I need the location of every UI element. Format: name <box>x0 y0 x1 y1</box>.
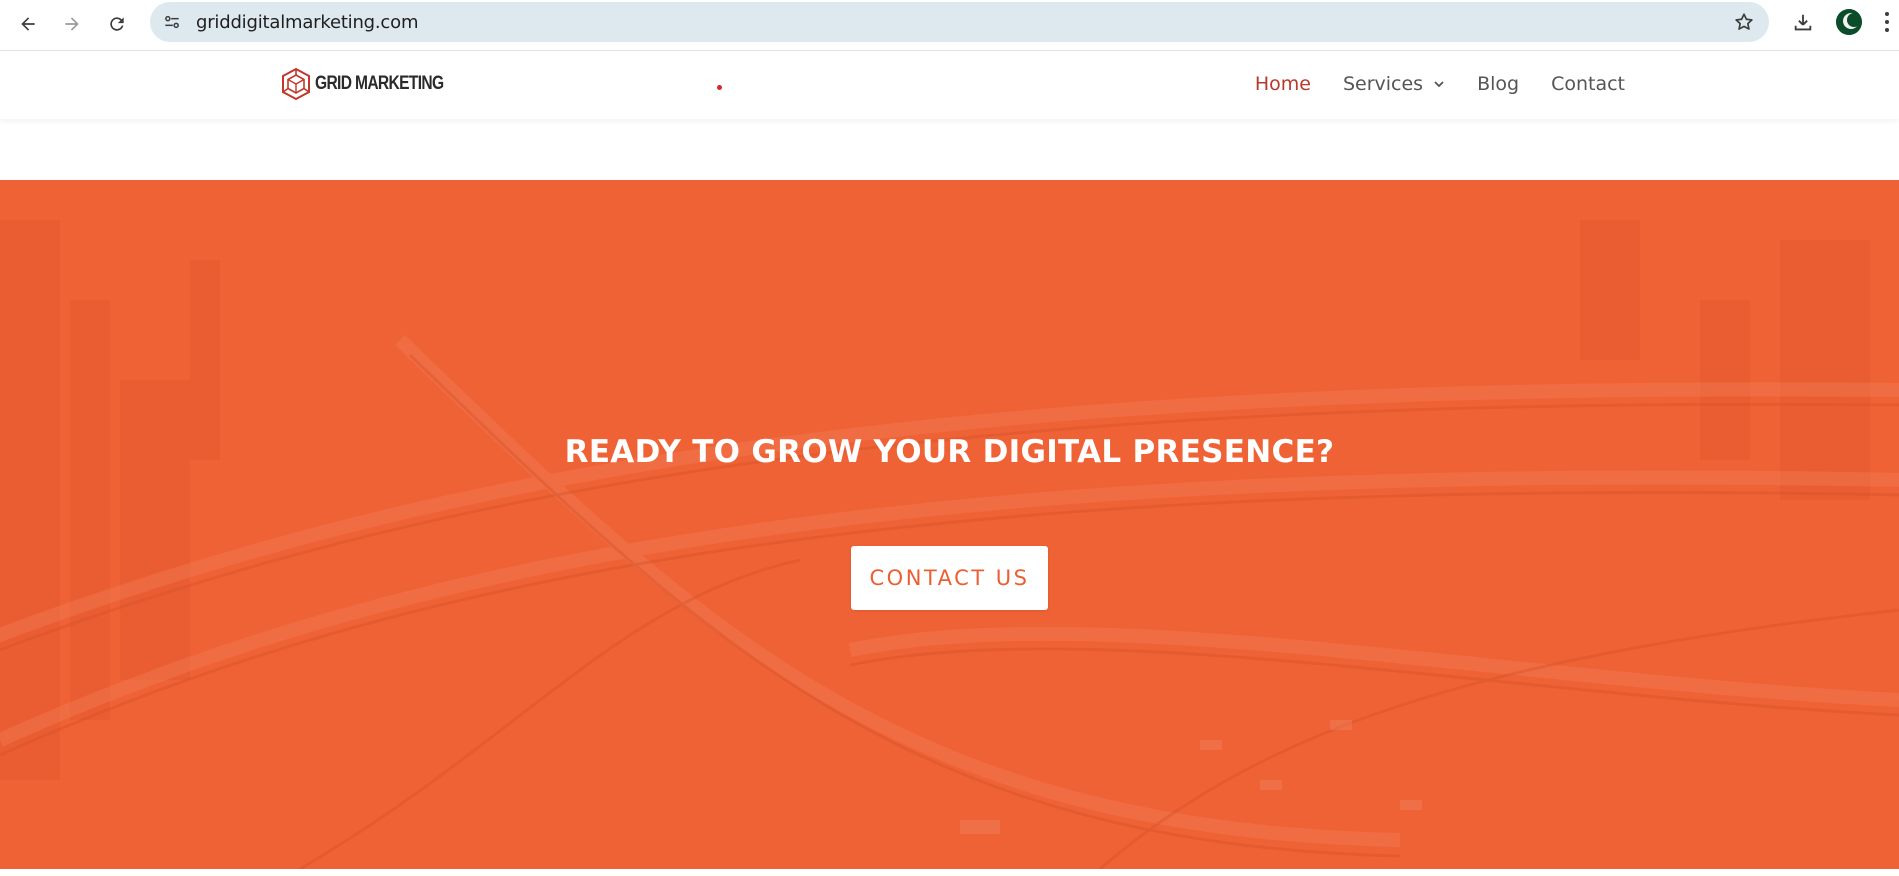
site-header: GRID MARKETING Home Services Blog Contac… <box>0 51 1899 119</box>
decorative-dot <box>717 85 722 90</box>
main-nav: Home Services Blog Contact <box>1223 73 1625 95</box>
back-button[interactable] <box>12 8 44 40</box>
reload-icon <box>110 17 124 31</box>
browser-toolbar: griddigitalmarketing.com <box>0 0 1899 51</box>
nav-blog-label: Blog <box>1477 73 1520 95</box>
download-icon[interactable] <box>1788 8 1818 38</box>
cta-hero-section: READY TO GROW YOUR DIGITAL PRESENCE? CON… <box>0 180 1899 869</box>
forward-arrow-icon <box>65 17 79 31</box>
back-arrow-icon <box>21 17 35 31</box>
grid-logo-icon <box>282 67 310 101</box>
nav-contact-label: Contact <box>1551 73 1625 95</box>
profile-avatar[interactable] <box>1836 9 1862 35</box>
reload-button[interactable] <box>101 8 133 40</box>
nav-home-label: Home <box>1254 73 1311 95</box>
url-text[interactable]: griddigitalmarketing.com <box>196 12 418 33</box>
chevron-down-icon <box>1434 81 1444 88</box>
site-logo[interactable]: GRID MARKETING <box>280 67 472 101</box>
forward-button[interactable] <box>56 8 88 40</box>
browser-menu-icon[interactable] <box>1880 10 1894 34</box>
bookmark-star-icon[interactable] <box>1733 11 1755 33</box>
hero-heading: READY TO GROW YOUR DIGITAL PRESENCE? <box>564 434 1335 470</box>
nav-home[interactable]: Home <box>1255 73 1311 95</box>
nav-blog[interactable]: Blog <box>1477 73 1519 95</box>
site-info-icon[interactable] <box>160 10 184 34</box>
nav-contact[interactable]: Contact <box>1551 73 1625 95</box>
nav-services[interactable]: Services <box>1343 73 1445 95</box>
nav-services-label: Services <box>1342 73 1424 95</box>
contact-us-button[interactable]: CONTACT US <box>851 546 1048 610</box>
highway-background-image <box>0 220 1899 869</box>
address-bar[interactable]: griddigitalmarketing.com <box>150 2 1769 42</box>
logo-text: GRID MARKETING <box>315 73 444 94</box>
